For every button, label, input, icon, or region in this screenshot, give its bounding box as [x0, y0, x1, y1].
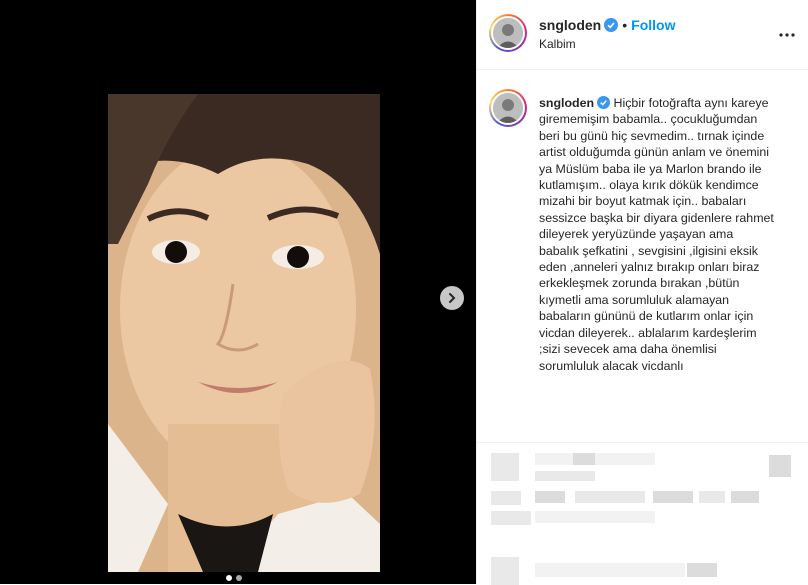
post-sidebar: sngloden • Follow Kalbim sngloden Hiçbir…	[476, 0, 808, 585]
carousel-dot-active	[226, 575, 232, 581]
caption-username[interactable]: sngloden	[539, 96, 594, 110]
post-photo	[108, 94, 380, 572]
more-options-icon	[779, 33, 795, 37]
verified-badge-icon	[597, 96, 611, 109]
caption-avatar[interactable]	[489, 89, 527, 127]
profile-photo-icon	[493, 93, 523, 123]
pixelated-comments-area	[477, 442, 808, 585]
more-options-button[interactable]	[779, 24, 795, 42]
child-portrait-image	[108, 94, 380, 572]
header-username[interactable]: sngloden	[539, 17, 601, 33]
carousel-indicator	[226, 575, 242, 581]
carousel-next-button[interactable]	[440, 286, 464, 310]
post-media-viewer	[0, 0, 476, 584]
carousel-dot	[236, 575, 242, 581]
profile-photo-icon	[493, 18, 523, 48]
post-caption: sngloden Hiçbir fotoğrafta aynı kareye g…	[477, 70, 808, 442]
caption-body: sngloden Hiçbir fotoğrafta aynı kareye g…	[539, 95, 775, 435]
caption-text: Hiçbir fotoğrafta aynı kareye girememişi…	[539, 96, 774, 373]
avatar[interactable]	[489, 14, 527, 52]
chevron-right-icon	[449, 293, 456, 303]
header-separator: •	[622, 17, 628, 33]
post-location[interactable]: Kalbim	[539, 37, 576, 51]
follow-button[interactable]: Follow	[631, 17, 675, 33]
verified-badge-icon	[604, 18, 619, 32]
post-header: sngloden • Follow Kalbim	[477, 0, 808, 70]
